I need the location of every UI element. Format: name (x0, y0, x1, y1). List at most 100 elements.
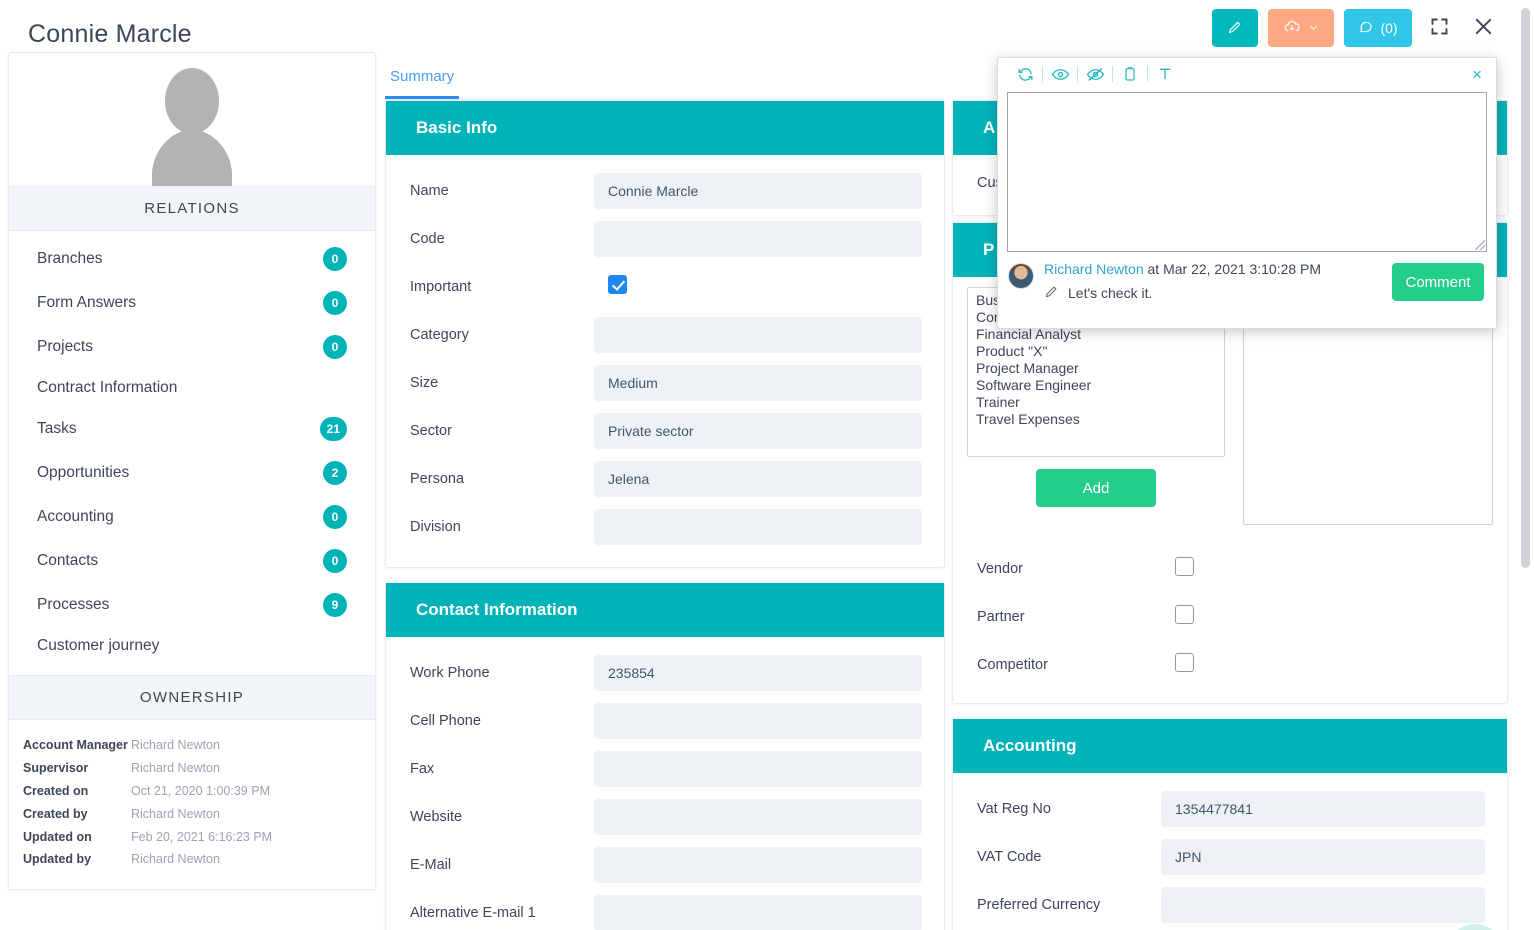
text-format-icon[interactable] (1148, 61, 1182, 87)
sidebar-item-branches[interactable]: Branches 0 (9, 237, 375, 281)
sidebar-item-badge: 0 (323, 549, 347, 573)
field-row-work-phone: Work Phone 235854 (398, 649, 922, 697)
page-scrollbar[interactable] (1521, 8, 1530, 568)
ownership-value: Oct 21, 2020 1:00:39 PM (131, 783, 270, 798)
vat-code-input[interactable]: JPN (1161, 839, 1485, 875)
contact-information-body: Work Phone 235854 Cell Phone Fax Website… (386, 637, 944, 930)
email-input[interactable] (594, 847, 922, 883)
sidebar-item-label: Form Answers (37, 294, 137, 311)
tab-summary[interactable]: Summary (385, 68, 460, 99)
ownership-key: Updated by (23, 852, 92, 867)
textarea-resize-grip[interactable] (1475, 240, 1485, 250)
sidebar-item-label: Branches (37, 250, 103, 267)
field-label: Category (410, 327, 469, 343)
accounting-title: Accounting (953, 719, 1507, 773)
field-label: Division (410, 519, 461, 535)
sidebar-item-label: Accounting (37, 508, 114, 525)
sidebar-item-accounting[interactable]: Accounting 0 (9, 495, 375, 539)
cloud-download-button[interactable] (1268, 9, 1334, 47)
sidebar-item-badge: 9 (323, 593, 347, 617)
sidebar-item-form-answers[interactable]: Form Answers 0 (9, 281, 375, 325)
ownership-heading: OWNERSHIP (9, 675, 375, 720)
comment-popup-close-icon[interactable]: × (1468, 66, 1486, 83)
important-checkbox[interactable] (608, 275, 627, 294)
list-item[interactable]: Project Manager (974, 360, 1218, 377)
website-input[interactable] (594, 799, 922, 835)
alt-email-1-input[interactable] (594, 895, 922, 930)
list-item[interactable]: Travel Expenses (974, 411, 1218, 428)
ownership-value: Richard Newton (131, 806, 220, 821)
comment-body: Let's check it. (1044, 284, 1321, 302)
field-label: Preferred Currency (977, 897, 1101, 913)
sidebar-item-customer-journey[interactable]: Customer journey (9, 627, 375, 665)
division-input[interactable] (594, 509, 922, 545)
sidebar-item-opportunities[interactable]: Opportunities 2 (9, 451, 375, 495)
vat-reg-no-input[interactable]: 1354477841 (1161, 791, 1485, 827)
field-label: Vat Reg No (977, 801, 1051, 817)
ownership-key: Account Manager (23, 738, 128, 752)
eye-icon[interactable] (1043, 61, 1077, 87)
field-row-persona: Persona Jelena (398, 455, 922, 503)
add-button[interactable]: Add (1036, 469, 1156, 507)
field-label: E-Mail (410, 857, 452, 873)
avatar (9, 53, 375, 186)
field-row-alt-email-1: Alternative E-mail 1 (398, 889, 922, 930)
size-input[interactable]: Medium (594, 365, 922, 401)
category-input[interactable] (594, 317, 922, 353)
field-label: Persona (410, 471, 465, 487)
code-input[interactable] (594, 221, 922, 257)
fullscreen-button[interactable] (1422, 11, 1456, 45)
sidebar-item-projects[interactable]: Projects 0 (9, 325, 375, 369)
ownership-value: Richard Newton (131, 738, 220, 752)
preferred-currency-input[interactable] (1161, 887, 1485, 923)
comment-textarea[interactable] (1007, 92, 1487, 252)
sidebar-item-processes[interactable]: Processes 9 (9, 583, 375, 627)
sidebar-item-contacts[interactable]: Contacts 0 (9, 539, 375, 583)
comment-author[interactable]: Richard Newton (1044, 261, 1144, 277)
sidebar-item-contract-information[interactable]: Contract Information (9, 369, 375, 407)
sidebar-item-tasks[interactable]: Tasks 21 (9, 407, 375, 451)
field-row-division: Division (398, 503, 922, 551)
list-item[interactable]: Software Engineer (974, 377, 1218, 394)
comment-timestamp: at Mar 22, 2021 3:10:28 PM (1147, 261, 1322, 277)
partner-checkbox[interactable] (1175, 605, 1194, 624)
pencil-icon (1227, 19, 1243, 38)
person-placeholder-icon (152, 68, 232, 186)
comment-button[interactable]: (0) (1344, 9, 1412, 47)
comment-popup: × Richard Newton at Mar 22, 2021 3:10:28… (997, 57, 1497, 329)
persona-input[interactable]: Jelena (594, 461, 922, 497)
vendor-checkbox[interactable] (1175, 557, 1194, 576)
name-input[interactable]: Connie Marcle (594, 173, 922, 209)
cell-phone-input[interactable] (594, 703, 922, 739)
edit-button[interactable] (1212, 9, 1258, 47)
field-label: VAT Code (977, 849, 1042, 865)
products-checkboxes: Vendor Partner Competitor (953, 541, 1507, 703)
field-label: Competitor (977, 657, 1048, 673)
clipboard-icon[interactable] (1113, 61, 1147, 87)
comment-meta: Richard Newton at Mar 22, 2021 3:10:28 P… (1044, 261, 1321, 302)
commenter-avatar (1008, 263, 1034, 289)
ownership-value: Feb 20, 2021 6:16:23 PM (131, 829, 273, 844)
sidebar-item-badge: 21 (319, 417, 347, 441)
sidebar-item-badge: 0 (323, 291, 347, 315)
competitor-checkbox[interactable] (1175, 653, 1194, 672)
accounting-card: Accounting Vat Reg No 1354477841 VAT Cod… (952, 718, 1508, 930)
tab-bar: Summary (385, 52, 945, 100)
field-row-code: Code (398, 215, 922, 263)
ownership-row: Updated by Richard Newton (23, 848, 361, 871)
sector-input[interactable]: Private sector (594, 413, 922, 449)
list-item[interactable]: Trainer (974, 394, 1218, 411)
ownership-key: Updated on (23, 829, 92, 844)
refresh-icon[interactable] (1008, 61, 1042, 87)
field-label: Work Phone (410, 665, 490, 681)
ownership-value: Richard Newton (131, 760, 220, 775)
fax-input[interactable] (594, 751, 922, 787)
close-icon (1472, 15, 1495, 41)
submit-comment-button[interactable]: Comment (1392, 263, 1484, 301)
comment-bubble-icon (1358, 19, 1373, 37)
close-button[interactable] (1466, 11, 1500, 45)
field-label: Sector (410, 423, 452, 439)
eye-slash-icon[interactable] (1078, 61, 1112, 87)
list-item[interactable]: Product "X" (974, 343, 1218, 360)
work-phone-input[interactable]: 235854 (594, 655, 922, 691)
